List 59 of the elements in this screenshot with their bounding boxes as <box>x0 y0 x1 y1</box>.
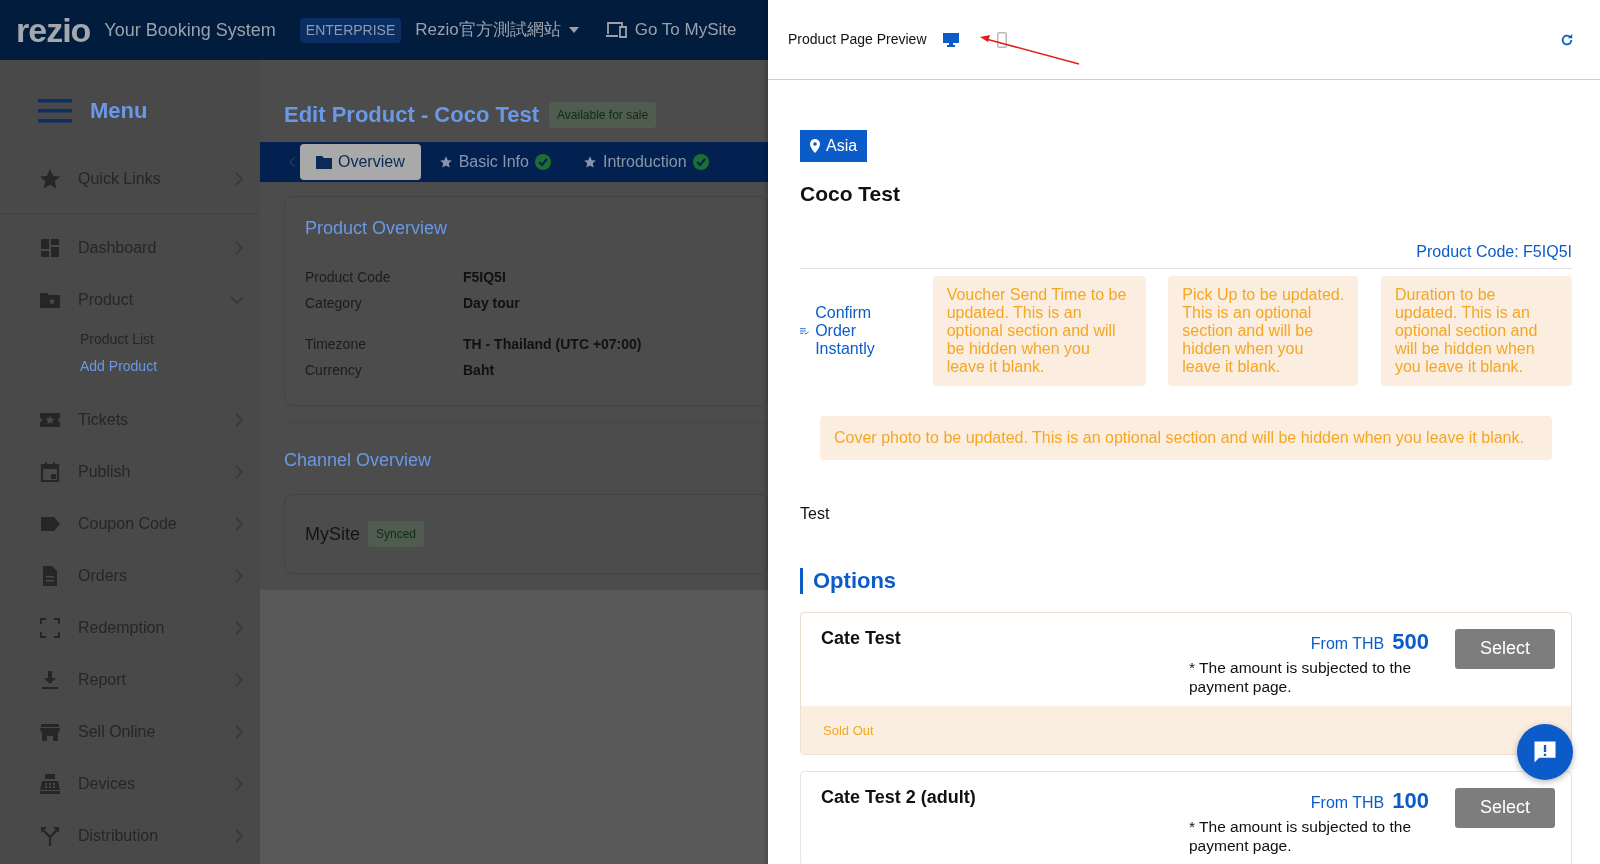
page-title: Edit Product - Coco Test <box>284 101 540 129</box>
plan-badge: ENTERPRISE <box>299 17 402 43</box>
status-badge: Available for sale <box>549 102 657 128</box>
refresh-button[interactable] <box>1560 32 1574 47</box>
check-icon <box>534 154 551 170</box>
pin-icon <box>810 139 820 153</box>
go-to-site-link[interactable]: Go To MySite <box>604 17 737 43</box>
price-note: * The amount is subjected to the payment page. <box>1189 657 1413 696</box>
star-icon <box>582 155 597 169</box>
select-button[interactable]: Select <box>1455 787 1555 828</box>
placeholder-note: Pick Up to be updated. This is an optional section and will be hidden when you leave it blank. <box>1168 275 1359 386</box>
option-name: Cate Test 2 (adult) <box>821 785 977 809</box>
star-icon <box>38 167 62 191</box>
devices-icon <box>604 21 627 39</box>
star-icon <box>438 155 453 169</box>
field-value: Day tour <box>463 293 520 313</box>
preview-title: Product Page Preview <box>788 30 927 49</box>
sold-out-bar: Sold Out <box>801 705 1571 754</box>
logo[interactable]: rezio <box>16 13 91 47</box>
split-arrow-icon <box>38 824 62 848</box>
tagline: Your Booking System <box>104 18 276 42</box>
field-value: TH - Thailand (UTC +07:00) <box>463 334 642 354</box>
calendar-icon <box>38 460 62 484</box>
refresh-icon <box>1560 32 1574 47</box>
check-icon <box>692 154 709 170</box>
submenu-item[interactable]: Add Product <box>0 353 158 380</box>
site-name: Rezio官方測試網站 <box>415 19 561 42</box>
option-price: From THB 500 <box>1309 627 1429 656</box>
option-name: Cate Test <box>821 626 902 650</box>
field-value: Baht <box>463 360 495 380</box>
placeholder-note: Voucher Send Time to be updated. This is an optional section and will be hidden when you leave it blank. <box>932 275 1146 386</box>
section-title: Product Overview <box>305 217 449 240</box>
feature-label: Confirm Order Instantly <box>815 303 876 358</box>
product-name: Coco Test <box>800 181 901 207</box>
tab[interactable]: Basic Info <box>424 144 565 180</box>
section-title: Channel Overview <box>283 449 433 472</box>
field-value: F5IQ5I <box>463 267 506 287</box>
tab[interactable]: Introduction <box>568 144 723 180</box>
placeholder-note: Duration to be updated. This is an optional section and will be hidden when you leave it blank. <box>1380 275 1572 386</box>
channel-name: MySite <box>305 522 360 546</box>
section-title: Options <box>800 567 1572 594</box>
scan-frame-icon <box>38 616 62 640</box>
dashboard-icon <box>38 236 62 260</box>
caret-icon <box>568 27 579 33</box>
placeholder-note: Cover photo to be updated. This is an optional section and will be hidden when you leave it blank. <box>820 415 1552 460</box>
site-selector[interactable]: Rezio官方測試網站 <box>415 17 579 43</box>
cash-register-icon <box>38 772 62 796</box>
menu-title: Menu <box>90 97 148 125</box>
tab[interactable]: Overview <box>300 144 421 180</box>
description: Test <box>800 503 831 524</box>
select-button[interactable]: Select <box>1455 628 1555 669</box>
folder-icon <box>316 155 332 169</box>
price-note: * The amount is subjected to the payment page. <box>1189 816 1413 855</box>
monitor-icon <box>942 32 959 47</box>
location-badge: Asia <box>800 130 868 162</box>
status-badge: Synced <box>368 521 425 547</box>
option-price: From THB 100 <box>1309 786 1429 815</box>
phone-icon <box>996 31 1007 48</box>
product-code: Product Code: F5IQ5I <box>800 239 1572 269</box>
